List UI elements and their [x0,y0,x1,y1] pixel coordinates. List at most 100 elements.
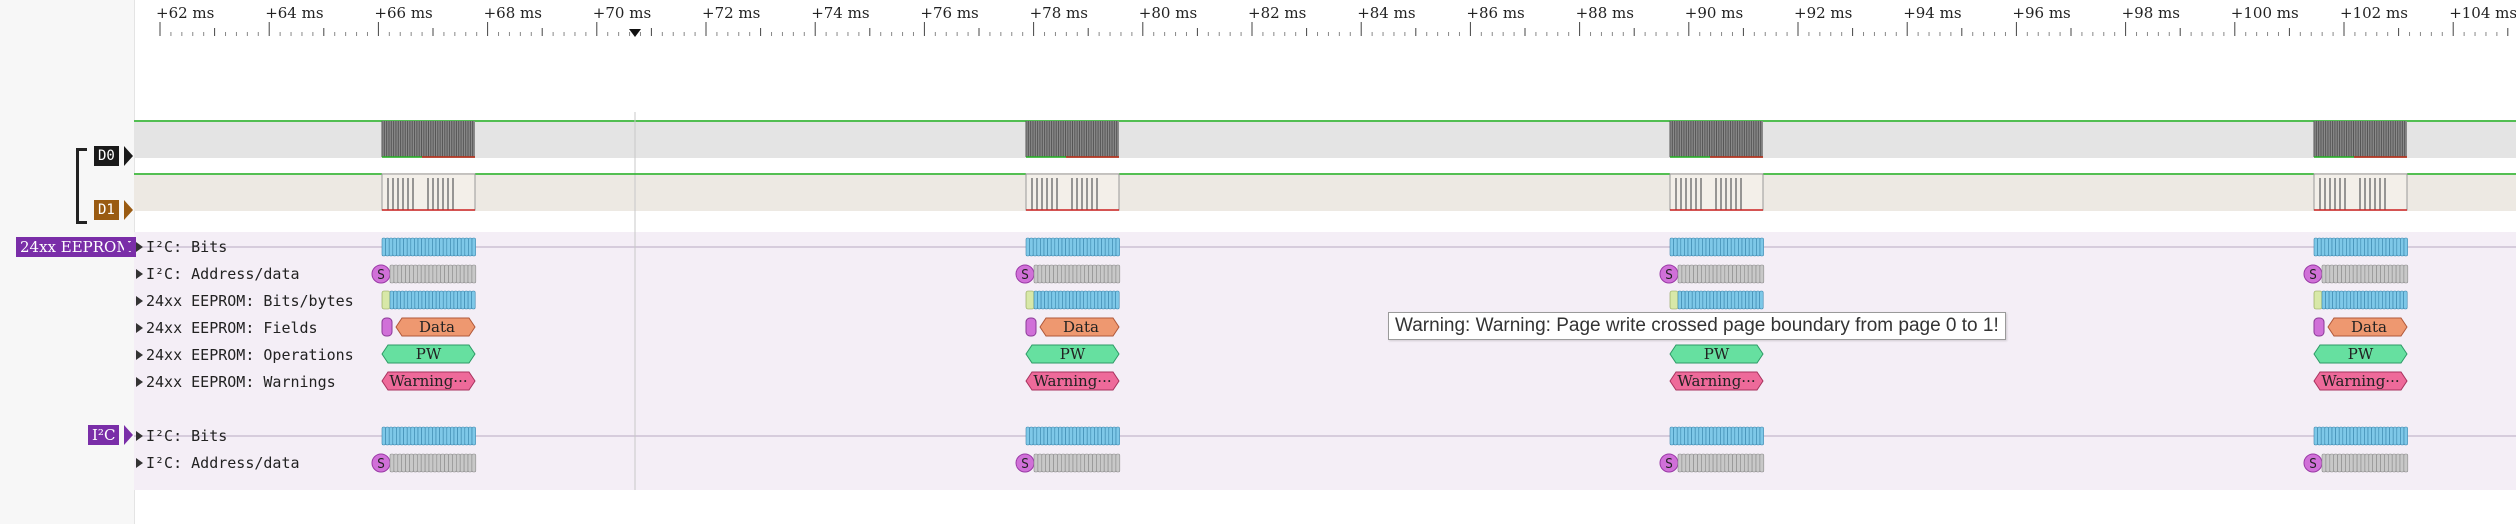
bit-annotation[interactable] [406,426,412,446]
bit-annotation[interactable] [2317,426,2322,446]
address-data-annotation[interactable] [2376,264,2381,284]
address-data-annotation[interactable] [409,453,414,473]
bit-annotation[interactable] [2371,290,2376,310]
bit-annotation[interactable] [2392,426,2398,446]
bit-annotation[interactable] [1702,237,1707,257]
bit-annotation[interactable] [471,237,476,257]
bit-annotation[interactable] [2400,237,2405,257]
bit-annotation[interactable] [1709,426,1714,446]
bit-annotation[interactable] [2338,237,2344,257]
bit-annotation[interactable] [1741,290,1746,310]
decoder-tag-i2c[interactable]: I²C [88,425,120,445]
bit-annotation[interactable] [464,290,469,310]
bit-annotation[interactable] [1061,237,1066,257]
address-data-annotation[interactable] [2337,453,2342,473]
bit-annotation[interactable] [2356,426,2362,446]
bit-annotation[interactable] [446,426,451,446]
address-data-annotation[interactable] [2321,264,2327,284]
address-data-annotation[interactable] [2325,453,2331,473]
address-data-annotation[interactable] [2333,264,2338,284]
address-data-annotation[interactable] [416,453,422,473]
bit-annotation[interactable] [381,426,386,446]
address-data-annotation[interactable] [2356,264,2362,284]
bit-annotation[interactable] [1083,237,1088,257]
bit-annotation[interactable] [2320,237,2326,257]
address-data-annotation[interactable] [1689,453,1694,473]
bit-annotation[interactable] [1112,237,1117,257]
bit-annotation[interactable] [1673,237,1678,257]
address-data-annotation[interactable] [455,264,461,284]
bit-annotation[interactable] [1745,426,1750,446]
address-data-annotation[interactable] [2321,453,2327,473]
bit-annotation[interactable] [2385,426,2390,446]
bit-annotation[interactable] [1720,426,1725,446]
bit-annotation[interactable] [396,290,401,310]
bit-annotation[interactable] [1688,290,1693,310]
bit-annotation[interactable] [1752,237,1757,257]
bit-annotation[interactable] [2321,290,2326,310]
address-data-annotation[interactable] [1080,453,1086,473]
bit-annotation[interactable] [1076,426,1081,446]
bit-annotation[interactable] [439,290,444,310]
bit-annotation[interactable] [403,237,408,257]
bit-annotation[interactable] [468,426,473,446]
bit-annotation[interactable] [1101,237,1106,257]
address-data-annotation[interactable] [1732,453,1737,473]
bit-annotation[interactable] [1712,237,1718,257]
bit-annotation[interactable] [392,426,397,446]
bit-annotation[interactable] [1097,426,1102,446]
bit-annotation[interactable] [381,237,386,257]
bit-annotation[interactable] [1029,426,1034,446]
address-data-annotation[interactable] [2384,264,2389,284]
bit-annotation[interactable] [417,237,422,257]
bit-annotation[interactable] [1755,290,1760,310]
bit-annotation[interactable] [2343,290,2348,310]
bit-annotation[interactable] [2331,237,2336,257]
address-data-annotation[interactable] [1701,453,1706,473]
bit-annotation[interactable] [1115,426,1120,446]
bit-annotation[interactable] [1669,237,1674,257]
address-data-annotation[interactable] [440,453,445,473]
address-data-annotation[interactable] [416,264,422,284]
bit-annotation[interactable] [1055,290,1060,310]
bit-annotation[interactable] [2378,290,2383,310]
address-data-annotation[interactable] [1759,264,1765,284]
address-data-annotation[interactable] [1693,453,1698,473]
address-data-annotation[interactable] [1716,453,1722,473]
bit-annotation[interactable] [1079,426,1084,446]
bit-annotation[interactable] [1094,237,1099,257]
address-data-annotation[interactable] [1736,264,1741,284]
bit-annotation[interactable] [2378,426,2383,446]
address-data-annotation[interactable] [1677,453,1683,473]
channel-tag-d0[interactable]: D0 [94,146,119,166]
address-data-annotation[interactable] [2403,453,2409,473]
address-data-annotation[interactable] [467,453,473,473]
bit-annotation[interactable] [2356,237,2362,257]
bit-annotation[interactable] [1694,237,1700,257]
address-data-annotation[interactable] [467,264,473,284]
address-data-annotation[interactable] [1045,453,1050,473]
bit-annotation[interactable] [1677,290,1682,310]
bit-annotation[interactable] [2331,426,2336,446]
address-data-annotation[interactable] [1061,264,1066,284]
bit-annotation[interactable] [2346,290,2351,310]
address-data-annotation[interactable] [1037,453,1043,473]
bit-annotation[interactable] [460,237,466,257]
bit-annotation[interactable] [388,426,394,446]
address-data-annotation[interactable] [1740,264,1745,284]
field-marker[interactable] [1025,317,1037,337]
bit-annotation[interactable] [2392,237,2398,257]
address-data-annotation[interactable] [1708,453,1714,473]
bit-annotation[interactable] [1047,426,1052,446]
bit-annotation[interactable] [1741,237,1746,257]
bit-annotation[interactable] [1033,290,1038,310]
bit-annotation[interactable] [442,237,448,257]
address-data-annotation[interactable] [1759,453,1765,473]
bit-annotation[interactable] [1669,426,1674,446]
bit-annotation[interactable] [1741,426,1746,446]
bit-annotation[interactable] [1037,290,1042,310]
bit-annotation[interactable] [1065,290,1070,310]
bit-annotation[interactable] [1705,237,1710,257]
bit-annotation[interactable] [1752,290,1757,310]
address-data-annotation[interactable] [1057,453,1062,473]
